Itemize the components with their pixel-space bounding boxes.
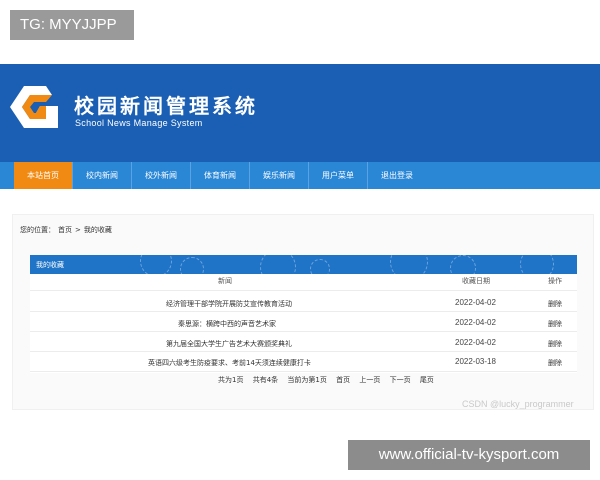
favorites-panel-header: 我的收藏 xyxy=(30,255,577,274)
favorite-news-link[interactable]: 英语四六级考生防疫要求、考前14天须连续健康打卡 xyxy=(148,358,311,368)
favorite-news-link[interactable]: 第九届全国大学生广告艺术大赛颁奖典礼 xyxy=(166,339,292,349)
pager-first-link[interactable]: 首页 xyxy=(336,376,350,384)
favorite-date: 2022-04-02 xyxy=(455,318,496,327)
breadcrumb: 您的位置： 首页 > 我的收藏 xyxy=(20,225,115,235)
nav-item-user-menu[interactable]: 用户菜单 xyxy=(309,162,367,189)
nav-item-sports-news[interactable]: 体育新闻 xyxy=(191,162,249,189)
delete-favorite-button[interactable]: 删除 xyxy=(548,319,562,329)
column-header-operation: 操作 xyxy=(548,277,562,285)
row-divider xyxy=(30,290,577,291)
tg-badge: TG: MYYJJPP xyxy=(10,10,134,40)
pagination: 共为1页 共有4条 当前为第1页 首页 上一页 下一页 尾页 xyxy=(218,375,441,385)
pager-total-pages: 共为1页 xyxy=(218,376,244,384)
row-divider xyxy=(30,371,577,372)
favorite-date: 2022-04-02 xyxy=(455,298,496,307)
column-header-date: 收藏日期 xyxy=(462,277,490,285)
row-divider xyxy=(30,351,577,352)
breadcrumb-prefix: 您的位置： xyxy=(20,226,55,234)
breadcrumb-separator: > xyxy=(75,226,81,234)
pager-total-items: 共有4条 xyxy=(252,376,279,384)
breadcrumb-current[interactable]: 我的收藏 xyxy=(84,226,112,234)
logo-icon xyxy=(10,86,58,128)
site-title: 校园新闻管理系统 xyxy=(74,94,258,118)
delete-favorite-button[interactable]: 删除 xyxy=(548,339,562,349)
pager-current-page: 当前为第1页 xyxy=(287,376,327,384)
pager-last-link[interactable]: 尾页 xyxy=(420,376,434,384)
row-divider xyxy=(30,331,577,332)
nav-item-campus-news[interactable]: 校内新闻 xyxy=(73,162,131,189)
main-nav: 本站首页 校内新闻 校外新闻 体育新闻 娱乐新闻 用户菜单 退出登录 xyxy=(0,162,600,189)
column-header-news: 新闻 xyxy=(218,277,232,285)
pager-next-link[interactable]: 下一页 xyxy=(390,376,411,384)
breadcrumb-home-link[interactable]: 首页 xyxy=(58,226,72,234)
favorite-news-link[interactable]: 经济管理干部学院开展防艾宣传教育活动 xyxy=(166,299,292,309)
favorite-date: 2022-03-18 xyxy=(455,357,496,366)
row-divider xyxy=(30,311,577,312)
csdn-watermark: CSDN @lucky_programmer xyxy=(462,399,574,409)
nav-item-external-news[interactable]: 校外新闻 xyxy=(132,162,190,189)
nav-item-home[interactable]: 本站首页 xyxy=(14,162,72,189)
site-subtitle: School News Manage System xyxy=(75,118,203,128)
favorite-date: 2022-04-02 xyxy=(455,338,496,347)
nav-item-entertainment-news[interactable]: 娱乐新闻 xyxy=(250,162,308,189)
nav-item-logout[interactable]: 退出登录 xyxy=(368,162,426,189)
bottom-url-badge: www.official-tv-kysport.com xyxy=(348,440,590,470)
delete-favorite-button[interactable]: 删除 xyxy=(548,299,562,309)
pager-prev-link[interactable]: 上一页 xyxy=(359,376,380,384)
favorite-news-link[interactable]: 秦思源：横跨中西的声音艺术家 xyxy=(178,319,276,329)
favorites-panel-title: 我的收藏 xyxy=(36,261,64,269)
delete-favorite-button[interactable]: 删除 xyxy=(548,358,562,368)
